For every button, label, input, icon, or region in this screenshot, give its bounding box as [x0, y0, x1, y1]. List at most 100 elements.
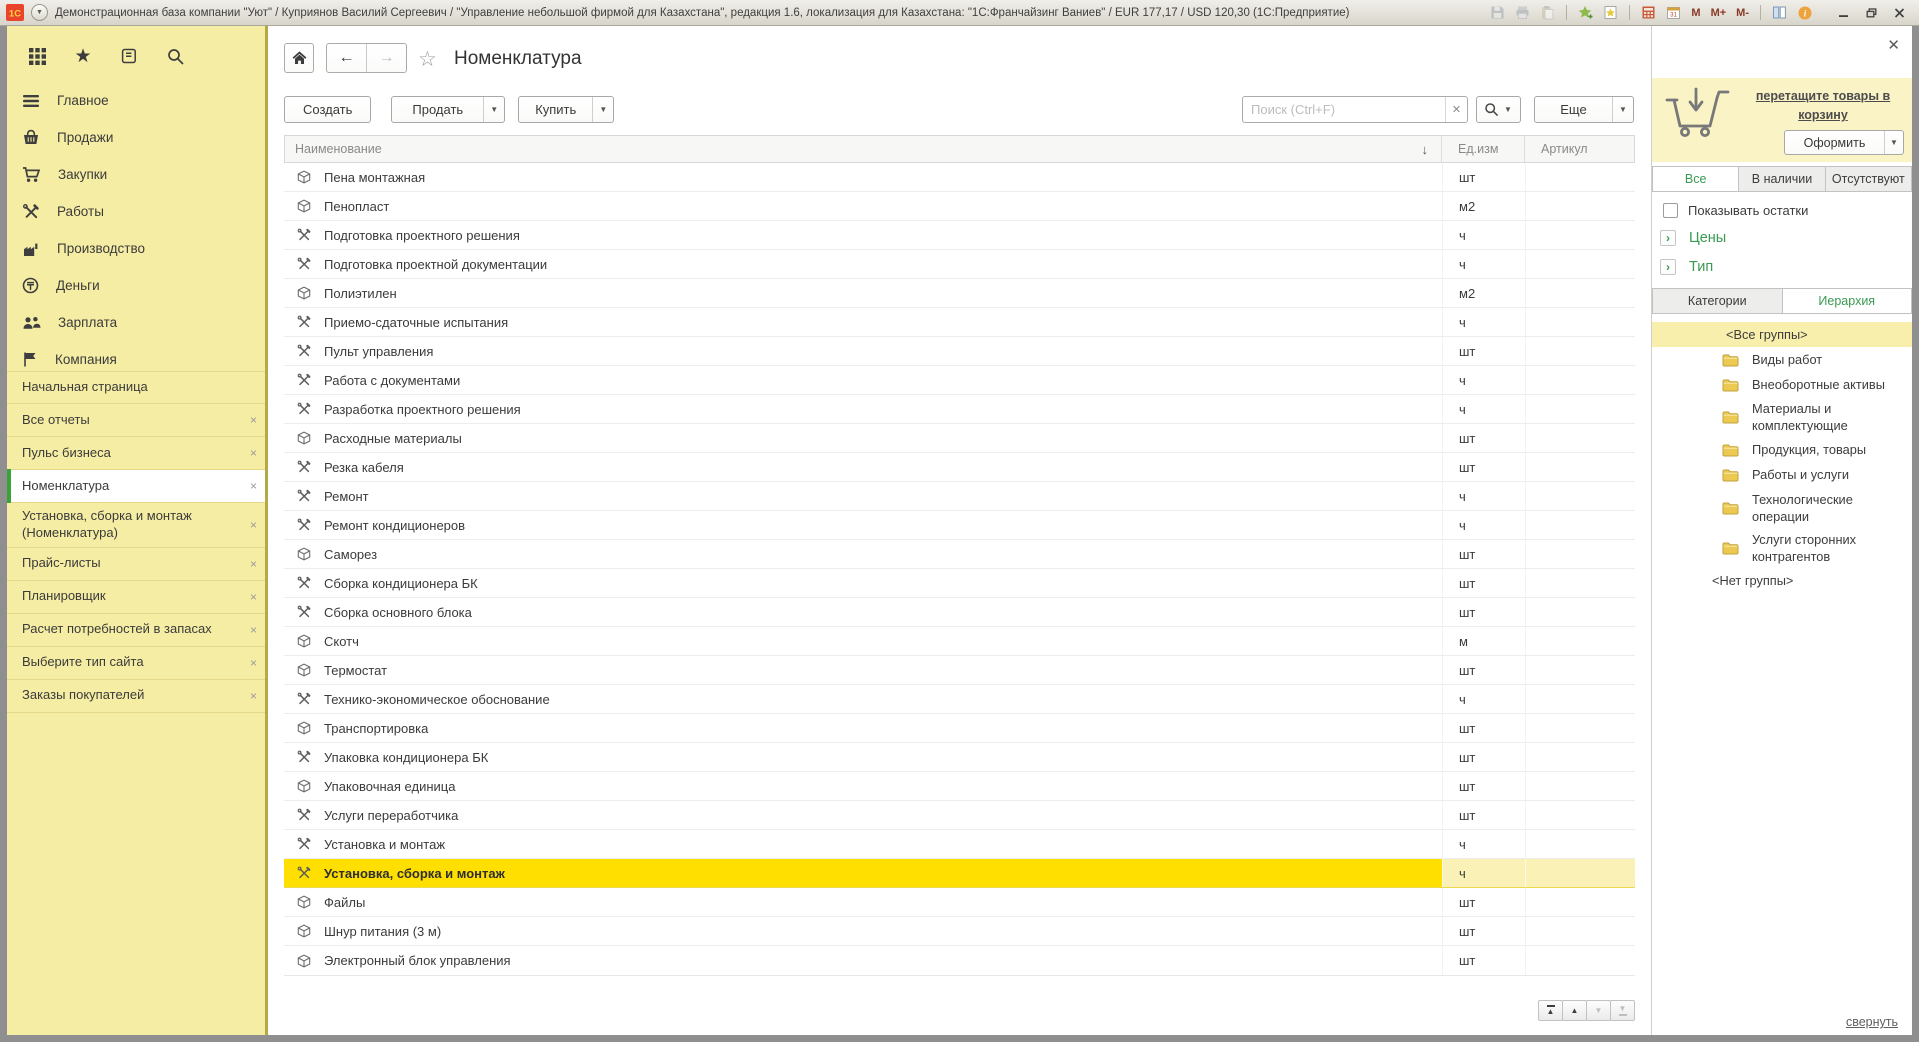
clear-search-icon[interactable]: ✕ [1445, 97, 1467, 122]
table-row[interactable]: Упаковочная единицашт [284, 772, 1635, 801]
prices-section[interactable]: › Цены [1660, 230, 1726, 246]
more-button[interactable]: Еще ▼ [1534, 96, 1634, 123]
tree-item[interactable]: <Все группы> [1652, 322, 1912, 347]
create-button[interactable]: Создать [284, 96, 371, 123]
open-window-tab[interactable]: Установка, сборка и монтаж (Номенклатура… [7, 503, 265, 548]
sidebar-section-Деньги[interactable]: Деньги [7, 267, 265, 304]
close-tab-icon[interactable]: × [250, 415, 257, 425]
search-input[interactable] [1243, 97, 1445, 122]
sidebar-section-Главное[interactable]: Главное [7, 82, 265, 119]
open-window-tab[interactable]: Все отчеты× [7, 404, 265, 437]
open-window-tab[interactable]: Планировщик× [7, 581, 265, 614]
collapse-panel-link[interactable]: свернуть [1846, 1015, 1898, 1029]
calendar-icon[interactable]: 31 [1664, 3, 1683, 22]
table-row[interactable]: Приемо-сдаточные испытанияч [284, 308, 1635, 337]
tree-item[interactable]: Технологические операции [1652, 488, 1912, 529]
drag-to-cart-link[interactable]: перетащите товары в корзину [1740, 87, 1906, 126]
table-row[interactable]: Файлышт [284, 888, 1635, 917]
sort-descending-icon[interactable]: ↓ [1422, 142, 1429, 157]
columns-icon[interactable] [1770, 3, 1789, 22]
open-window-tab[interactable]: Начальная страница [7, 371, 265, 404]
search-settings-button[interactable]: ▼ [1476, 96, 1521, 123]
checkout-button[interactable]: Оформить ▼ [1784, 130, 1904, 155]
back-icon[interactable]: ← [327, 44, 366, 72]
table-row[interactable]: Электронный блок управленияшт [284, 946, 1635, 975]
table-row[interactable]: Установка и монтажч [284, 830, 1635, 859]
close-tab-icon[interactable]: × [250, 625, 257, 635]
column-header-article[interactable]: Артикул [1524, 136, 1634, 162]
memory-button[interactable]: M [1689, 7, 1702, 19]
history-icon[interactable] [119, 46, 139, 66]
close-tab-icon[interactable]: × [250, 559, 257, 569]
star-doc-icon[interactable] [1601, 3, 1620, 22]
tree-item[interactable]: Внеоборотные активы [1652, 372, 1912, 397]
table-row[interactable]: Пенопластм2 [284, 192, 1635, 221]
buy-button[interactable]: Купить ▼ [518, 96, 614, 123]
system-menu-dropdown[interactable]: ▼ [31, 4, 48, 21]
open-window-tab[interactable]: Прайс-листы× [7, 548, 265, 581]
table-row[interactable]: Технико-экономическое обоснованиеч [284, 685, 1635, 714]
forward-icon[interactable]: → [366, 44, 406, 72]
column-header-name[interactable]: Наименование ↓ [285, 136, 1441, 162]
close-window-icon[interactable] [1885, 3, 1913, 22]
open-window-tab[interactable]: Пульс бизнеса× [7, 437, 265, 470]
go-previous-button[interactable]: ▲ [1562, 1000, 1587, 1021]
tree-item[interactable]: Продукция, товары [1652, 438, 1912, 463]
minimize-icon[interactable] [1829, 3, 1857, 22]
info-icon[interactable]: i [1795, 3, 1814, 22]
close-tab-icon[interactable]: × [250, 658, 257, 668]
table-row[interactable]: Пульт управленияшт [284, 337, 1635, 366]
star-add-icon[interactable] [1576, 3, 1595, 22]
close-tab-icon[interactable]: × [250, 592, 257, 602]
table-row[interactable]: Полиэтиленм2 [284, 279, 1635, 308]
close-tab-icon[interactable]: × [250, 481, 257, 491]
table-row[interactable]: Саморезшт [284, 540, 1635, 569]
table-row[interactable]: Работа с документамич [284, 366, 1635, 395]
tree-item[interactable]: Материалы и комплектующие [1652, 397, 1912, 438]
memory-button[interactable]: M- [1734, 7, 1751, 19]
sidebar-section-Продажи[interactable]: Продажи [7, 119, 265, 156]
stock-tab-Отсутствуют[interactable]: Отсутствуют [1825, 166, 1912, 192]
sidebar-section-Работы[interactable]: Работы [7, 193, 265, 230]
column-header-unit[interactable]: Ед.изм [1441, 136, 1524, 162]
type-section[interactable]: › Тип [1660, 259, 1713, 275]
open-window-tab[interactable]: Заказы покупателей× [7, 680, 265, 713]
view-tab-Иерархия[interactable]: Иерархия [1782, 288, 1913, 314]
close-tab-icon[interactable]: × [250, 448, 257, 458]
home-button[interactable] [284, 43, 314, 73]
table-row[interactable]: Термостатшт [284, 656, 1635, 685]
tree-item[interactable]: Работы и услуги [1652, 463, 1912, 488]
table-row[interactable]: Пена монтажнаяшт [284, 163, 1635, 192]
open-window-tab[interactable]: Выберите тип сайта× [7, 647, 265, 680]
search-settings-dropdown-icon[interactable]: ▼ [1499, 97, 1517, 122]
open-window-tab[interactable]: Номенклатура× [7, 470, 265, 503]
table-row[interactable]: Ремонт кондиционеровч [284, 511, 1635, 540]
table-row[interactable]: Разработка проектного решенияч [284, 395, 1635, 424]
table-row[interactable]: Сборка кондиционера БКшт [284, 569, 1635, 598]
memory-button[interactable]: M+ [1709, 7, 1729, 19]
table-row[interactable]: Установка, сборка и монтажч [284, 859, 1635, 888]
table-row[interactable]: Расходные материалышт [284, 424, 1635, 453]
sell-dropdown-icon[interactable]: ▼ [483, 97, 504, 122]
table-row[interactable]: Скотчм [284, 627, 1635, 656]
close-tab-icon[interactable]: × [250, 691, 257, 701]
sidebar-section-Производство[interactable]: Производство [7, 230, 265, 267]
expand-prices-icon[interactable]: › [1660, 230, 1676, 246]
tree-item[interactable]: Виды работ [1652, 347, 1912, 372]
close-tab-icon[interactable]: × [250, 520, 257, 530]
close-form-icon[interactable]: ✕ [1887, 36, 1900, 54]
table-row[interactable]: Транспортировкашт [284, 714, 1635, 743]
buy-dropdown-icon[interactable]: ▼ [592, 97, 613, 122]
table-row[interactable]: Упаковка кондиционера БКшт [284, 743, 1635, 772]
show-remainders-checkbox[interactable] [1663, 203, 1678, 218]
stock-tab-В наличии[interactable]: В наличии [1738, 166, 1825, 192]
table-row[interactable]: Ремонтч [284, 482, 1635, 511]
table-row[interactable]: Резка кабеляшт [284, 453, 1635, 482]
checkout-dropdown-icon[interactable]: ▼ [1884, 131, 1903, 154]
restore-icon[interactable] [1857, 3, 1885, 22]
sell-button[interactable]: Продать ▼ [391, 96, 505, 123]
expand-type-icon[interactable]: › [1660, 259, 1676, 275]
view-tab-Категории[interactable]: Категории [1652, 288, 1783, 314]
menu-grid-icon[interactable] [27, 46, 47, 66]
table-row[interactable]: Подготовка проектной документациич [284, 250, 1635, 279]
